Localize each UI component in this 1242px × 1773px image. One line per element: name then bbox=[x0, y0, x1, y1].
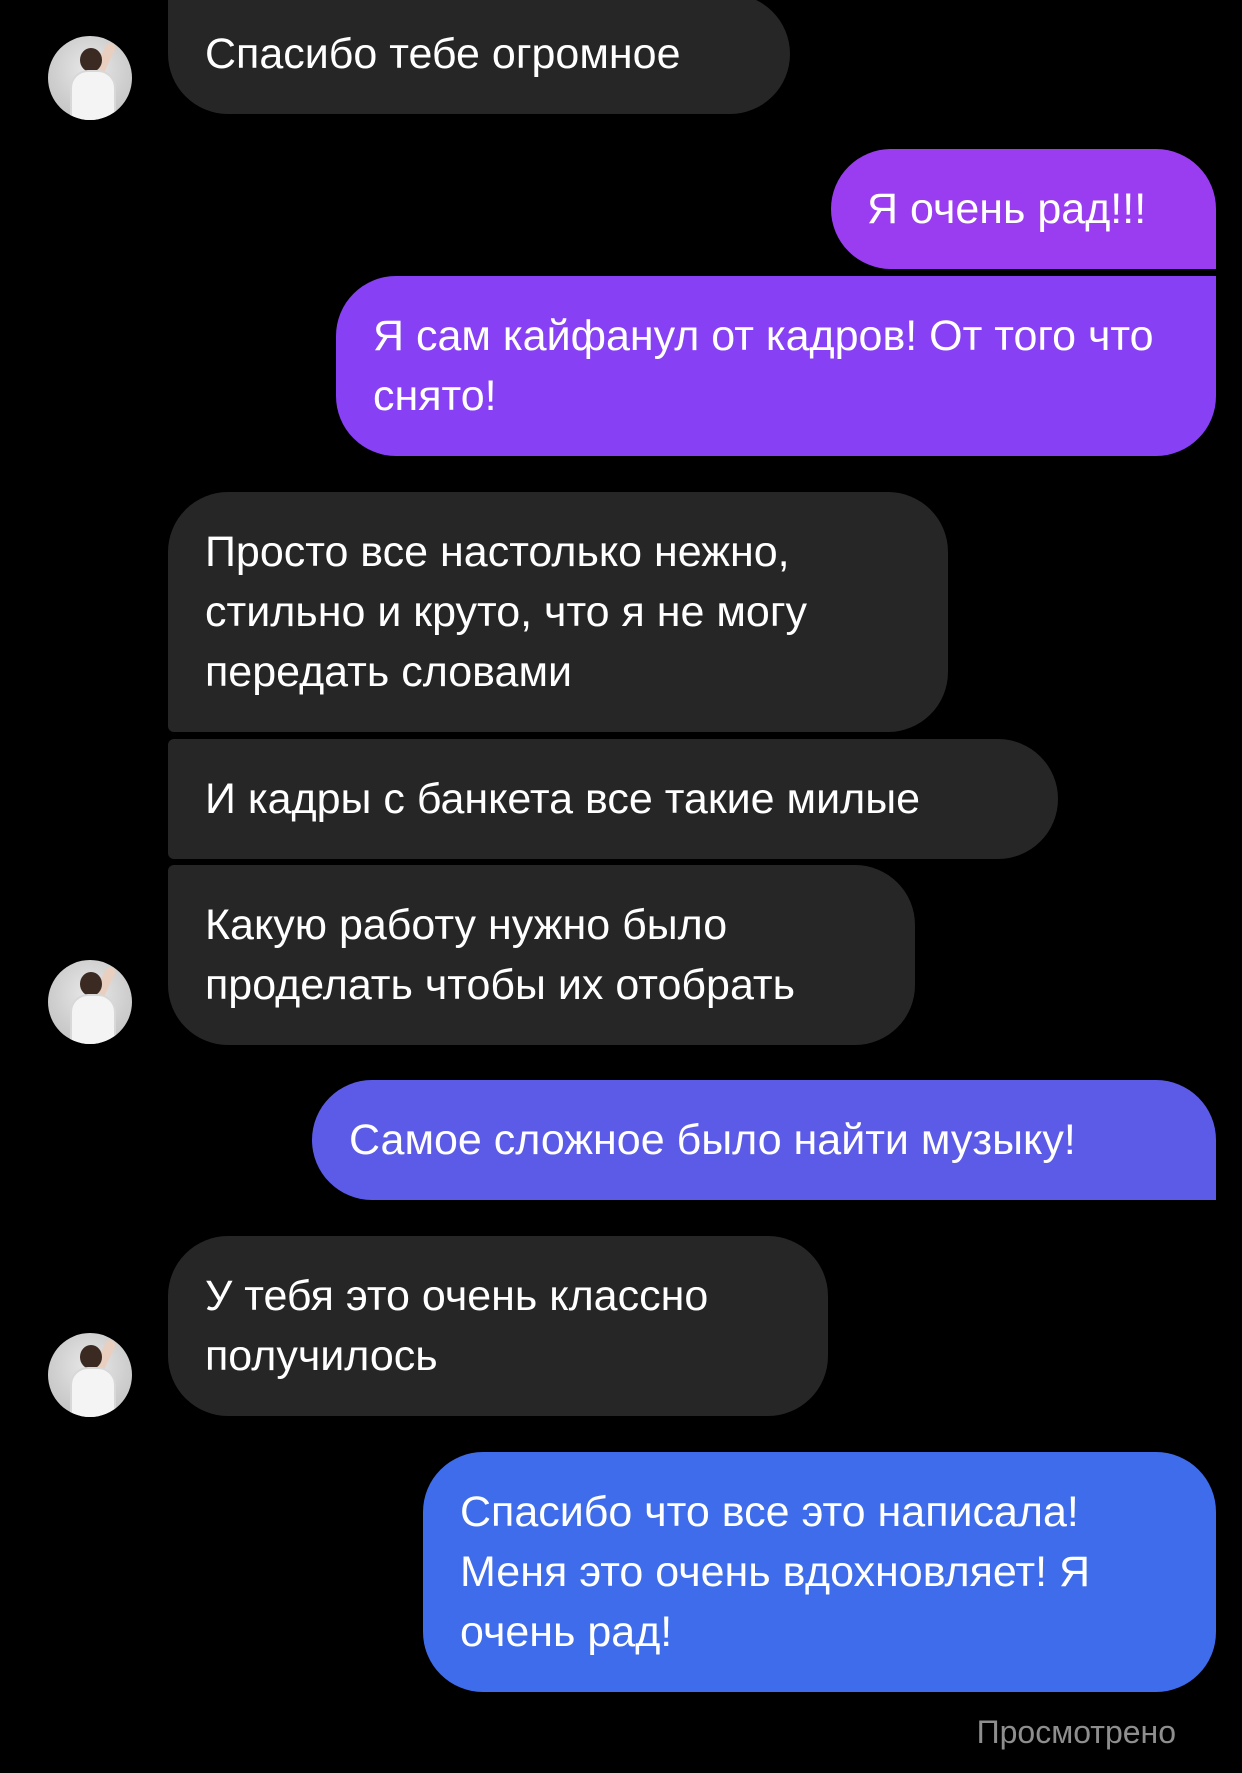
outgoing-message[interactable]: Самое сложное было найти музыку! bbox=[312, 1080, 1216, 1200]
incoming-message[interactable]: Спасибо тебе огромное bbox=[168, 0, 790, 114]
seen-status: Просмотрено bbox=[976, 1714, 1176, 1750]
message-text: Я сам кайфанул от кадров! От того что сн… bbox=[373, 312, 1154, 420]
incoming-message[interactable]: И кадры с банкета все такие милые bbox=[168, 739, 1058, 859]
outgoing-message[interactable]: Я очень рад!!! bbox=[831, 149, 1216, 269]
message-text: Самое сложное было найти музыку! bbox=[349, 1116, 1076, 1164]
outgoing-message[interactable]: Я сам кайфанул от кадров! От того что сн… bbox=[336, 276, 1216, 456]
contact-avatar[interactable] bbox=[48, 36, 132, 120]
contact-avatar[interactable] bbox=[48, 1333, 132, 1417]
message-text: У тебя это очень классно получилось bbox=[205, 1272, 709, 1380]
incoming-message[interactable]: У тебя это очень классно получилось bbox=[168, 1236, 828, 1416]
message-text: Спасибо тебе огромное bbox=[205, 30, 681, 78]
message-text: Я очень рад!!! bbox=[867, 185, 1147, 233]
message-text: И кадры с банкета все такие милые bbox=[205, 775, 921, 823]
message-text: Просто все настолько нежно, стильно и кр… bbox=[205, 528, 808, 696]
contact-avatar[interactable] bbox=[48, 960, 132, 1044]
incoming-message[interactable]: Просто все настолько нежно, стильно и кр… bbox=[168, 492, 948, 732]
incoming-message[interactable]: Какую работу нужно было проделать чтобы … bbox=[168, 865, 915, 1045]
message-text: Какую работу нужно было проделать чтобы … bbox=[205, 901, 796, 1009]
outgoing-message[interactable]: Спасибо что все это написала! Меня это о… bbox=[423, 1452, 1216, 1692]
message-text: Спасибо что все это написала! Меня это о… bbox=[460, 1488, 1091, 1656]
